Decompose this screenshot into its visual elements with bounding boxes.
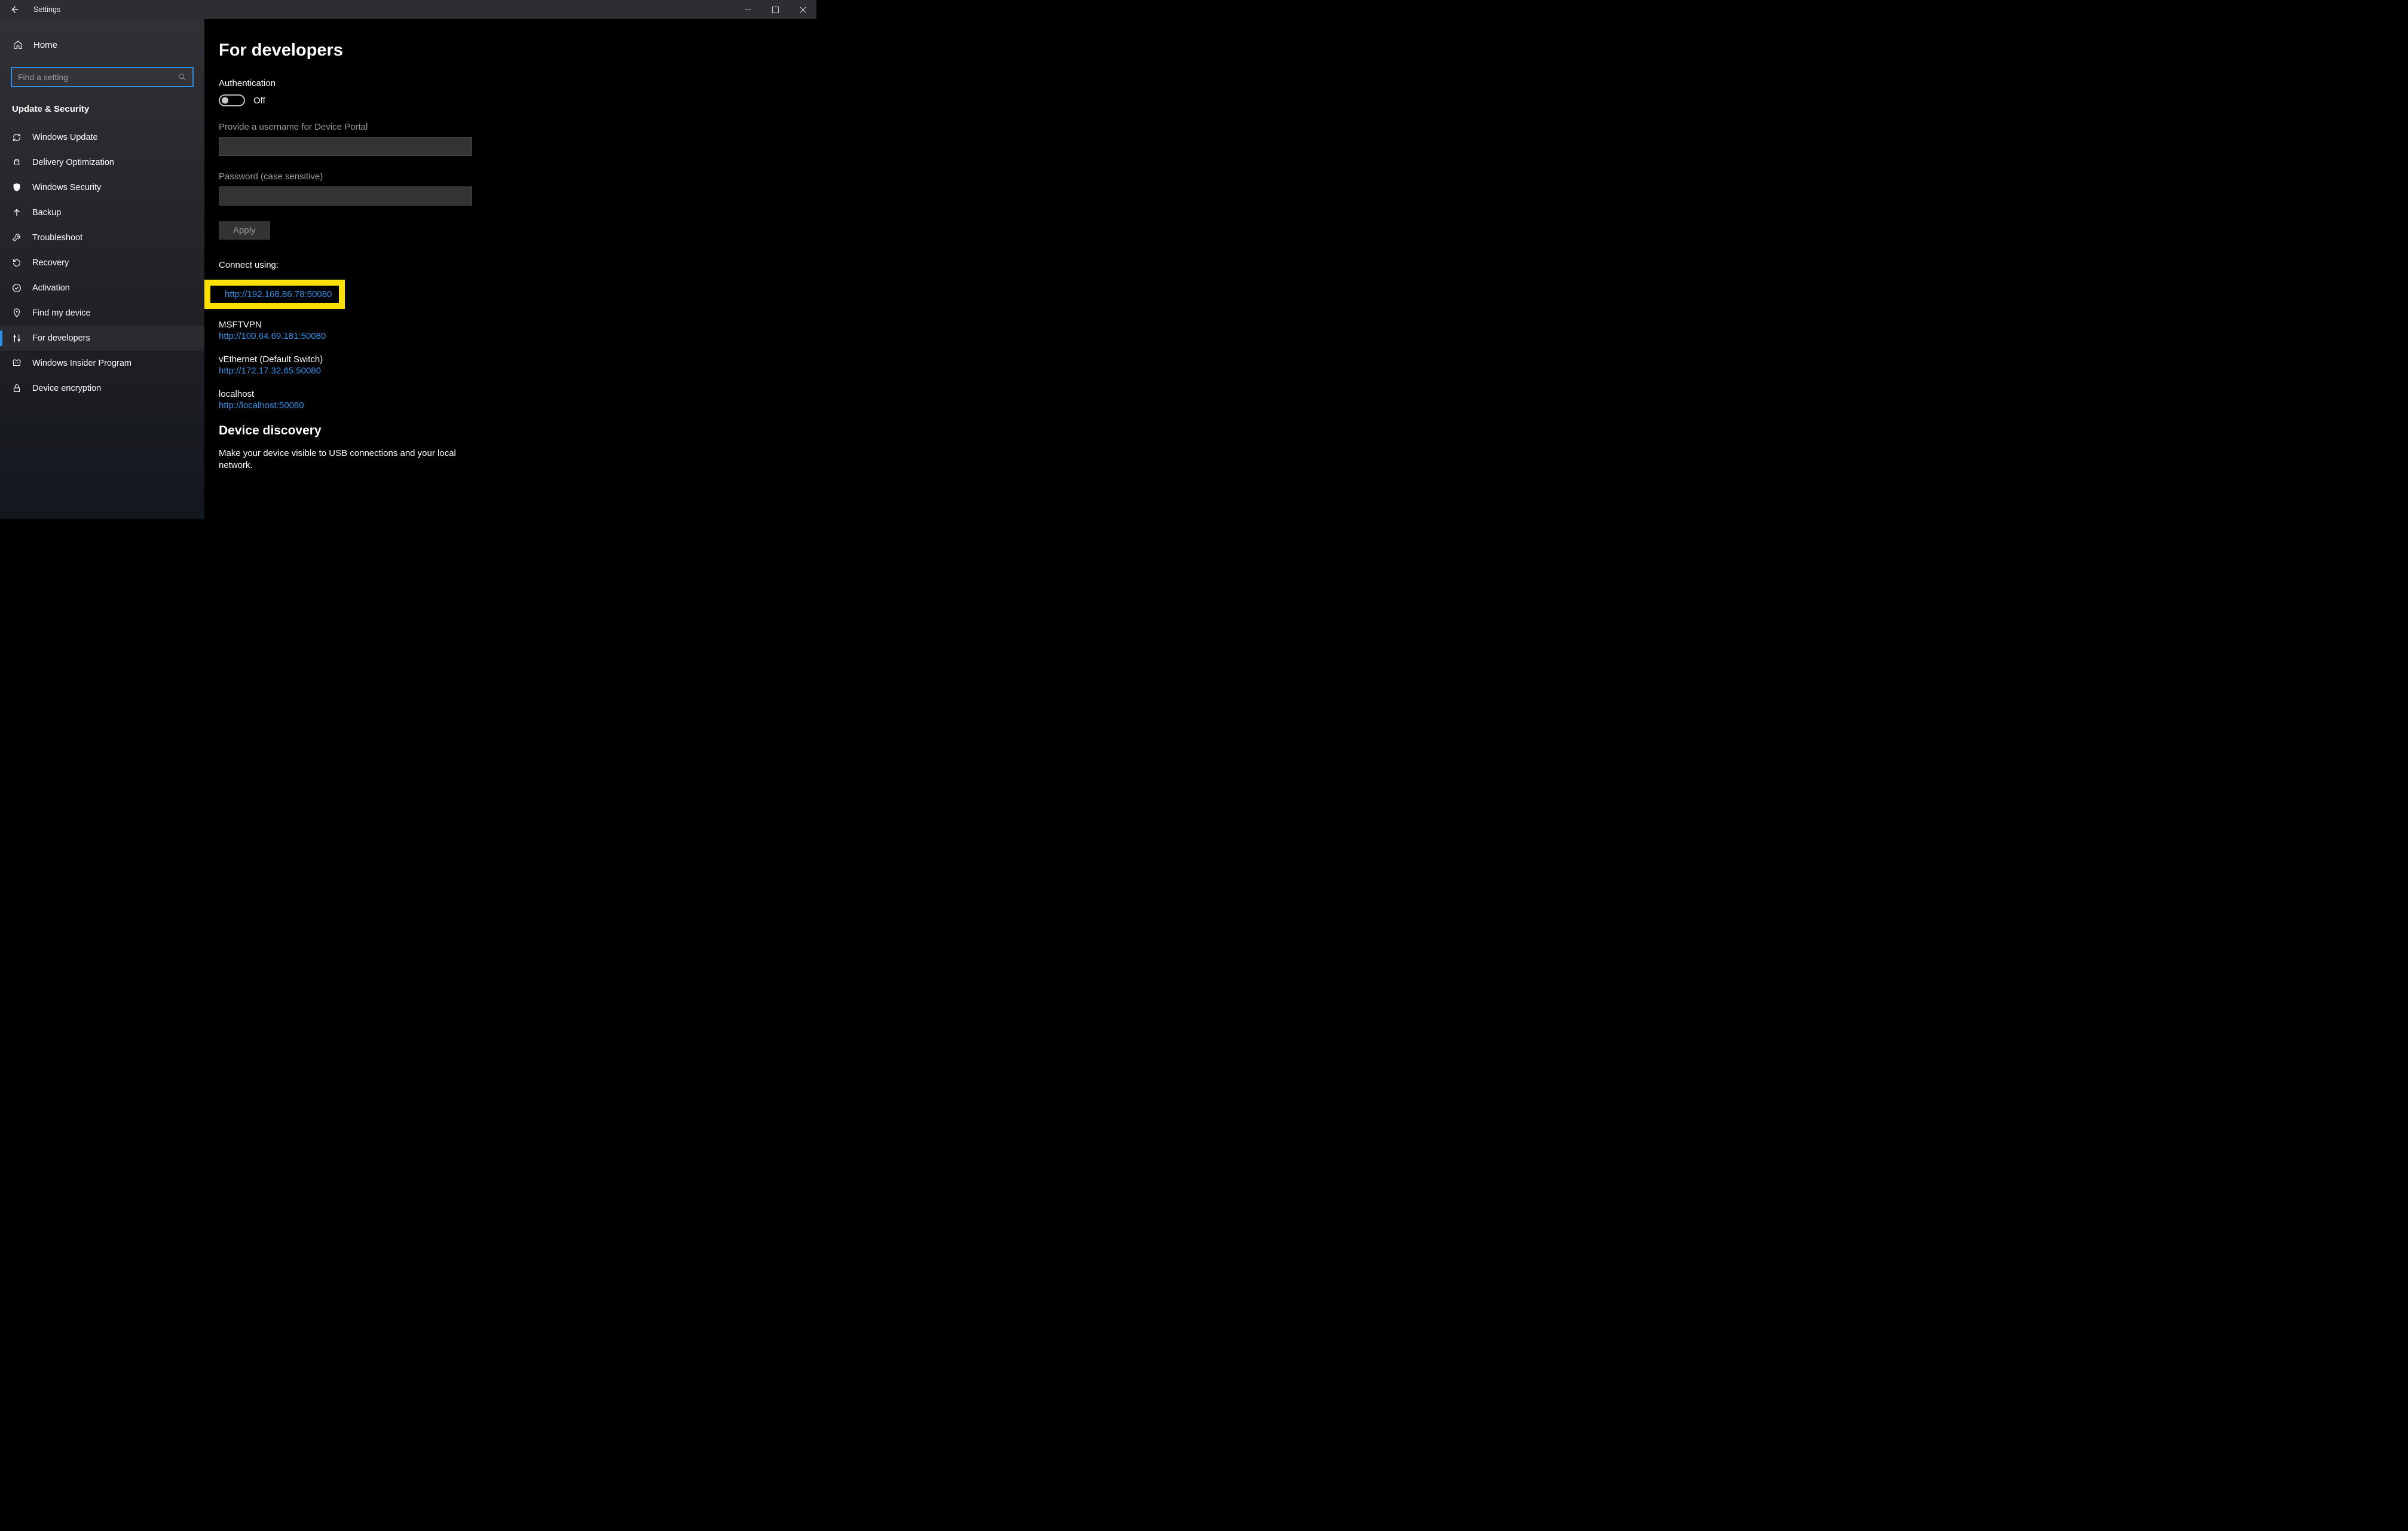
search-icon xyxy=(178,73,186,81)
password-label: Password (case sensitive) xyxy=(219,172,816,182)
sidebar-item-label: Windows Update xyxy=(32,133,98,142)
sidebar-item-label: Activation xyxy=(32,283,70,293)
sidebar-nav: Windows Update Delivery Optimization Win… xyxy=(0,125,204,401)
sidebar-item-label: Troubleshoot xyxy=(32,233,82,243)
sidebar-item-label: Windows Insider Program xyxy=(32,359,131,368)
auth-heading: Authentication xyxy=(219,78,816,88)
username-label: Provide a username for Device Portal xyxy=(219,122,816,132)
connection-item: localhost http://localhost:50080 xyxy=(219,389,816,411)
shield-icon xyxy=(11,182,23,193)
sidebar-item-activation[interactable]: Activation xyxy=(0,275,204,301)
apply-button[interactable]: Apply xyxy=(219,221,270,240)
sidebar-category: Update & Security xyxy=(11,104,194,114)
sidebar-item-windows-update[interactable]: Windows Update xyxy=(0,125,204,150)
auth-toggle-label: Off xyxy=(253,96,265,106)
connection-name: MSFTVPN xyxy=(219,320,816,330)
discovery-description: Make your device visible to USB connecti… xyxy=(219,448,476,472)
sidebar-item-for-developers[interactable]: For developers xyxy=(0,326,204,351)
window-controls xyxy=(734,0,816,19)
sidebar-item-label: For developers xyxy=(32,333,90,343)
username-input[interactable] xyxy=(219,137,472,156)
sidebar-item-label: Delivery Optimization xyxy=(32,158,114,167)
connection-name: vEthernet (Default Switch) xyxy=(219,354,816,365)
delivery-icon xyxy=(11,157,23,168)
back-button[interactable] xyxy=(5,0,24,19)
ninja-cat-icon xyxy=(11,358,23,369)
auth-toggle[interactable] xyxy=(219,94,245,106)
location-icon xyxy=(11,308,23,319)
sidebar-item-recovery[interactable]: Recovery xyxy=(0,250,204,275)
search-input-wrap[interactable] xyxy=(11,67,194,87)
connection-url[interactable]: http://172.17.32.65:50080 xyxy=(219,366,816,376)
minimize-button[interactable] xyxy=(734,0,761,19)
arrow-left-icon xyxy=(10,5,19,14)
window-title: Settings xyxy=(33,5,60,14)
sidebar-item-label: Backup xyxy=(32,208,61,218)
sidebar-item-label: Windows Security xyxy=(32,183,101,192)
sidebar-item-label: Device encryption xyxy=(32,384,101,393)
connection-name: localhost xyxy=(219,389,816,399)
arrow-up-icon xyxy=(11,207,23,218)
lock-icon xyxy=(11,383,23,394)
main-content: For developers Authentication Off Provid… xyxy=(204,19,816,519)
sidebar: Home Update & Security Windows Update De… xyxy=(0,19,204,519)
sidebar-item-device-encryption[interactable]: Device encryption xyxy=(0,376,204,401)
check-circle-icon xyxy=(11,283,23,293)
sidebar-home[interactable]: Home xyxy=(11,36,194,54)
highlighted-connection: http://192.168.86.78:50080 xyxy=(204,280,345,309)
sidebar-item-troubleshoot[interactable]: Troubleshoot xyxy=(0,225,204,250)
connection-url[interactable]: http://192.168.86.78:50080 xyxy=(225,289,332,299)
wrench-icon xyxy=(11,232,23,243)
sliders-icon xyxy=(11,333,23,344)
maximize-button[interactable] xyxy=(761,0,789,19)
minimize-icon xyxy=(745,7,751,13)
sidebar-item-backup[interactable]: Backup xyxy=(0,200,204,225)
titlebar: Settings xyxy=(0,0,816,19)
connection-url[interactable]: http://100.64.69.181:50080 xyxy=(219,331,816,341)
sidebar-item-delivery-optimization[interactable]: Delivery Optimization xyxy=(0,150,204,175)
search-input[interactable] xyxy=(18,72,172,82)
home-icon xyxy=(12,39,24,50)
sync-icon xyxy=(11,132,23,143)
sidebar-item-windows-security[interactable]: Windows Security xyxy=(0,175,204,200)
discovery-heading: Device discovery xyxy=(219,424,816,438)
sidebar-item-windows-insider[interactable]: Windows Insider Program xyxy=(0,351,204,376)
page-title: For developers xyxy=(219,41,816,60)
connection-url[interactable]: http://localhost:50080 xyxy=(219,400,816,411)
sidebar-item-label: Find my device xyxy=(32,308,91,318)
recovery-icon xyxy=(11,258,23,268)
connection-item: vEthernet (Default Switch) http://172.17… xyxy=(219,354,816,376)
connection-item: MSFTVPN http://100.64.69.181:50080 xyxy=(219,320,816,341)
sidebar-home-label: Home xyxy=(33,40,57,50)
close-button[interactable] xyxy=(789,0,816,19)
maximize-icon xyxy=(772,7,779,13)
sidebar-item-label: Recovery xyxy=(32,258,69,268)
auth-toggle-row: Off xyxy=(219,94,816,106)
password-input[interactable] xyxy=(219,186,472,206)
settings-window: Settings Home xyxy=(0,0,816,519)
close-icon xyxy=(800,7,806,13)
sidebar-item-find-my-device[interactable]: Find my device xyxy=(0,301,204,326)
connect-heading: Connect using: xyxy=(219,260,816,270)
